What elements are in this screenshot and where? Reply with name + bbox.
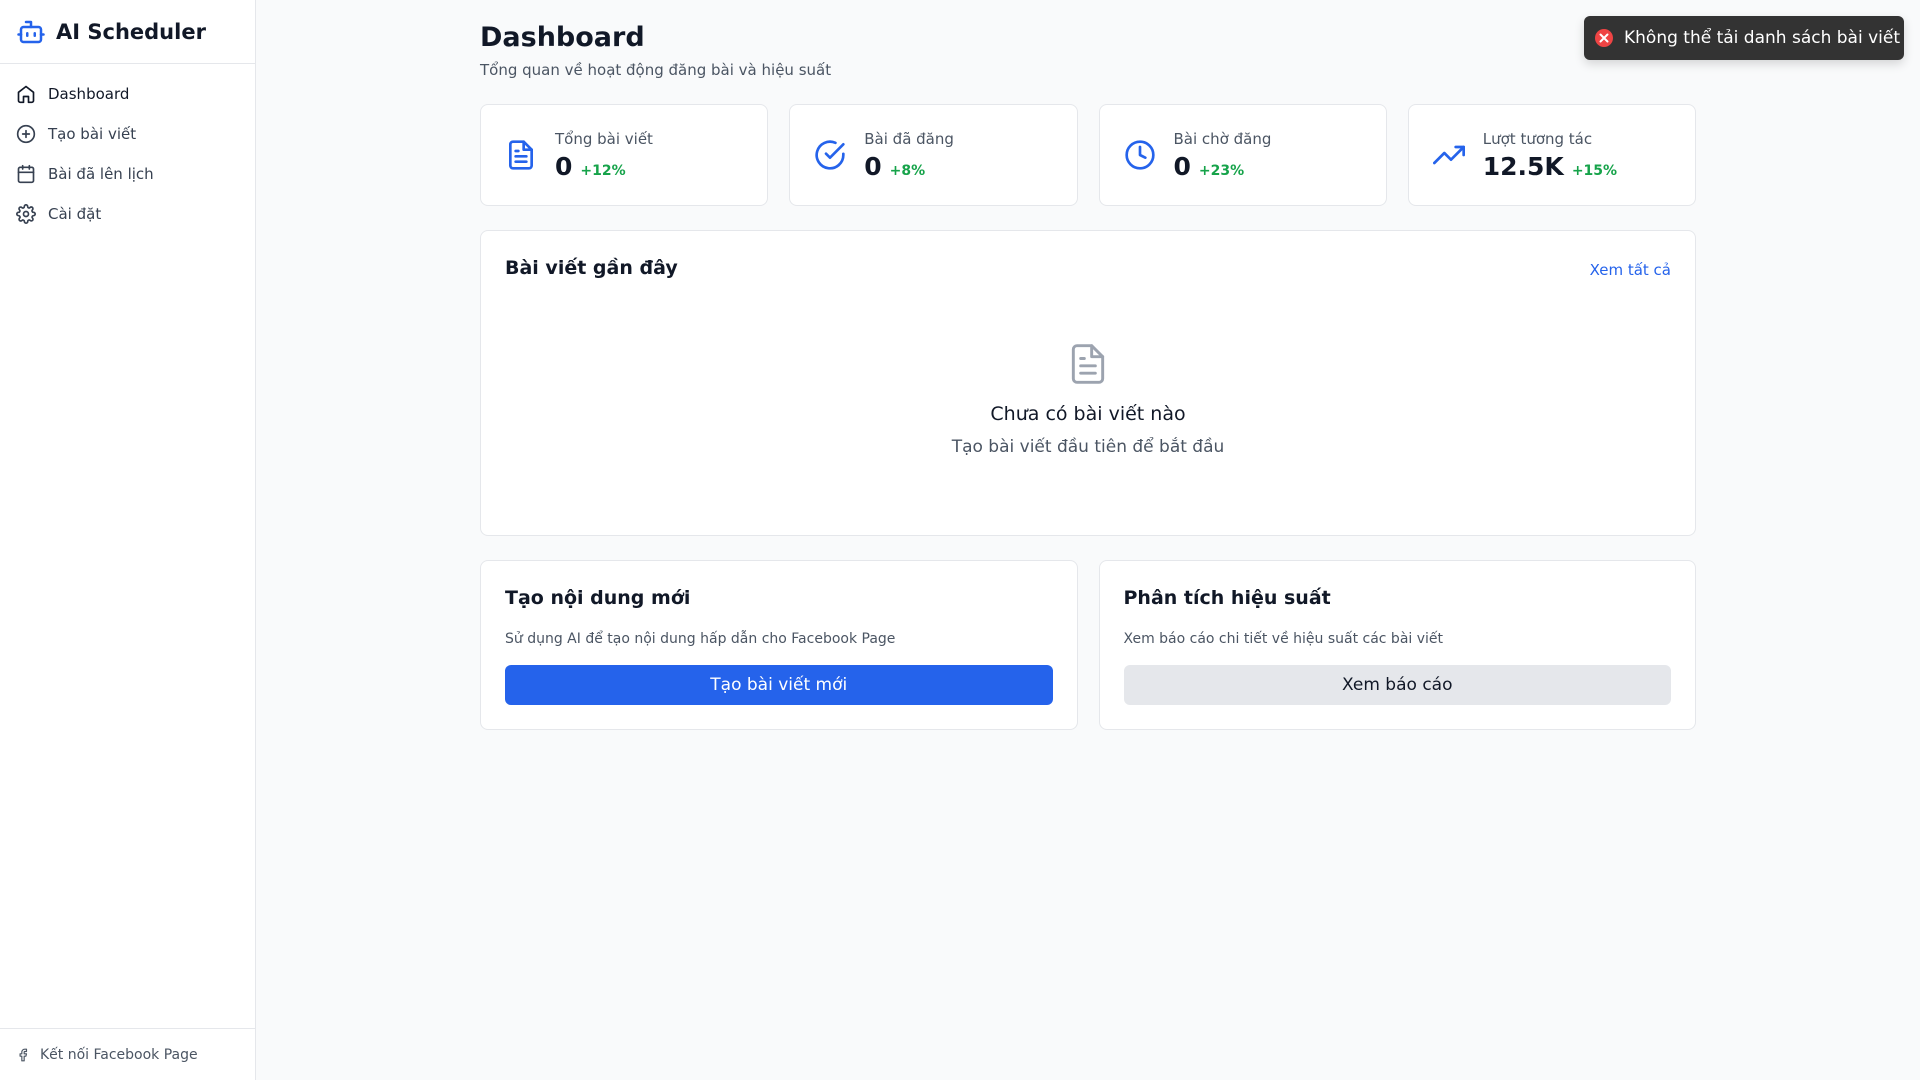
stat-card-pending: Bài chờ đăng 0 +23% xyxy=(1098,104,1387,206)
sidebar: AI Scheduler Dashboard Tạo bài viết Bài … xyxy=(0,0,256,1080)
stat-change: +23% xyxy=(1198,162,1245,179)
stat-value: 12.5K xyxy=(1482,151,1564,181)
page-subtitle: Tổng quan về hoạt động đăng bài và hiệu … xyxy=(480,61,832,79)
analytics-description: Xem báo cáo chi tiết về hiệu suất các bà… xyxy=(1123,631,1444,647)
stat-label: Bài đã đăng xyxy=(864,129,954,148)
sidebar-item-scheduled[interactable]: Bài đã lên lịch xyxy=(0,154,255,194)
stat-change: +15% xyxy=(1571,162,1618,179)
stat-value: 0 xyxy=(555,151,573,181)
create-post-button[interactable]: Tạo bài viết mới xyxy=(505,665,1053,705)
sidebar-item-label: Dashboard xyxy=(48,85,130,103)
empty-state-subtitle: Tạo bài viết đầu tiên để bắt đầu xyxy=(951,437,1225,457)
robot-icon xyxy=(16,17,46,47)
sidebar-item-create-post[interactable]: Tạo bài viết xyxy=(0,114,255,154)
trending-up-icon xyxy=(1432,139,1465,171)
toast-message: Không thể tải danh sách bài viết xyxy=(1624,28,1901,48)
sidebar-item-settings[interactable]: Cài đặt xyxy=(0,194,255,234)
check-circle-icon xyxy=(814,139,846,171)
create-content-description: Sử dụng AI để tạo nội dung hấp dẫn cho F… xyxy=(505,631,896,647)
stat-card-engagement: Lượt tương tác 12.5K +15% xyxy=(1407,104,1696,206)
stat-label: Bài chờ đăng xyxy=(1173,129,1272,148)
app-title: AI Scheduler xyxy=(56,19,206,44)
gear-icon xyxy=(16,204,36,224)
sidebar-nav: Dashboard Tạo bài viết Bài đã lên lịch C… xyxy=(0,64,255,234)
stat-value: 0 xyxy=(1173,151,1191,181)
view-report-button[interactable]: Xem báo cáo xyxy=(1123,665,1671,705)
stat-label: Lượt tương tác xyxy=(1482,129,1593,148)
sidebar-item-label: Tạo bài viết xyxy=(48,125,137,143)
stat-value: 0 xyxy=(864,151,882,181)
error-x-icon xyxy=(1594,28,1614,48)
facebook-icon xyxy=(16,1048,30,1062)
home-icon xyxy=(16,84,36,104)
analytics-card: Phân tích hiệu suất Xem báo cáo chi tiết… xyxy=(1098,560,1696,730)
sidebar-item-label: Cài đặt xyxy=(48,205,102,223)
recent-posts-card: Bài viết gần đây Xem tất cả Chưa có bài … xyxy=(480,230,1696,536)
connect-facebook-label: Kết nối Facebook Page xyxy=(40,1046,198,1063)
calendar-icon xyxy=(16,164,36,184)
view-all-link[interactable]: Xem tất cả xyxy=(1590,261,1671,279)
create-content-title: Tạo nội dung mới xyxy=(505,587,691,609)
empty-state: Chưa có bài viết nào Tạo bài viết đầu ti… xyxy=(481,339,1695,457)
stats-row: Tổng bài viết 0 +12% Bài đã đăng 0 +8% B… xyxy=(480,104,1696,206)
analytics-title: Phân tích hiệu suất xyxy=(1123,587,1331,609)
stat-label: Tổng bài viết xyxy=(555,129,653,148)
empty-document-icon xyxy=(1071,344,1105,384)
stat-card-total-posts: Tổng bài viết 0 +12% xyxy=(480,104,769,206)
clock-icon xyxy=(1124,139,1156,171)
error-toast[interactable]: Không thể tải danh sách bài viết xyxy=(1584,16,1904,60)
document-icon xyxy=(505,139,537,171)
brand[interactable]: AI Scheduler xyxy=(0,0,255,64)
connect-facebook-button[interactable]: Kết nối Facebook Page xyxy=(0,1028,255,1080)
sidebar-item-label: Bài đã lên lịch xyxy=(48,165,154,183)
plus-circle-icon xyxy=(16,124,36,144)
actions-row: Tạo nội dung mới Sử dụng AI để tạo nội d… xyxy=(480,560,1696,730)
empty-state-title: Chưa có bài viết nào xyxy=(990,403,1186,425)
stat-card-published: Bài đã đăng 0 +8% xyxy=(789,104,1078,206)
stat-change: +8% xyxy=(889,162,926,179)
recent-posts-title: Bài viết gần đây xyxy=(505,257,678,279)
sidebar-item-dashboard[interactable]: Dashboard xyxy=(0,74,255,114)
stat-change: +12% xyxy=(580,162,626,179)
page-title: Dashboard xyxy=(480,22,645,53)
create-content-card: Tạo nội dung mới Sử dụng AI để tạo nội d… xyxy=(480,560,1078,730)
